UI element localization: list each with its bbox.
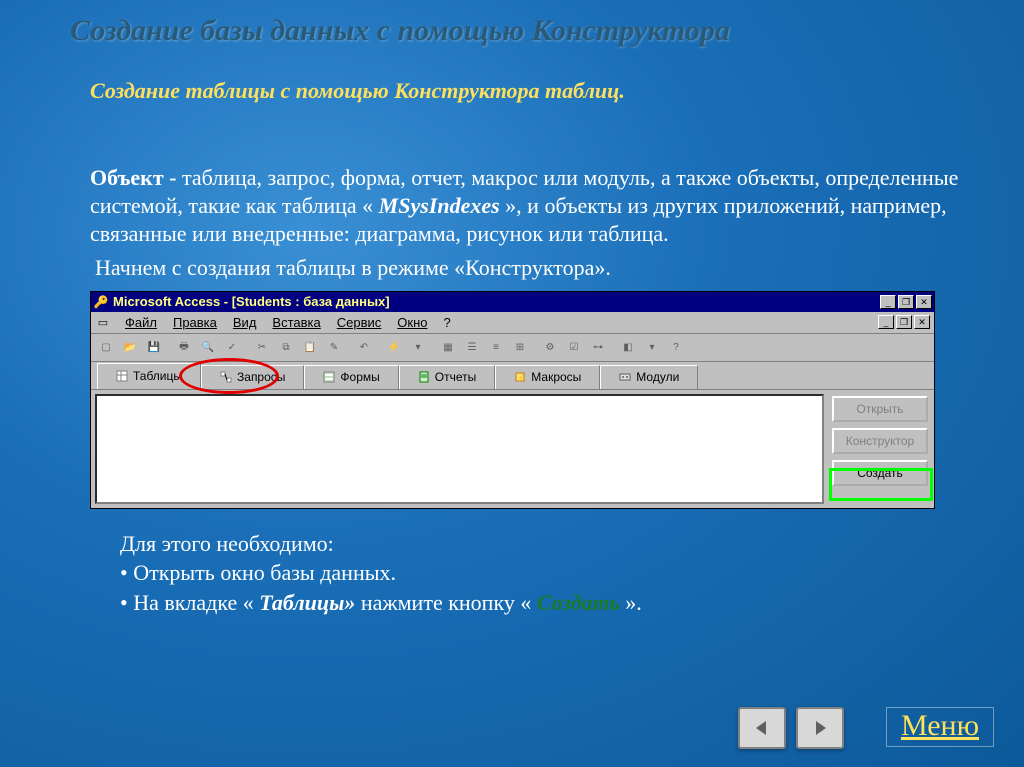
tool-db-icon[interactable]: ◧ xyxy=(617,336,639,358)
tool-small-icon[interactable]: ☰ xyxy=(461,336,483,358)
titlebar: 🔑 Microsoft Access - [Students : база да… xyxy=(91,292,934,312)
queries-icon xyxy=(220,371,232,383)
tab-queries[interactable]: Запросы xyxy=(201,365,304,389)
tool-preview-icon[interactable]: 🔍 xyxy=(197,336,219,358)
tab-queries-label: Запросы xyxy=(237,370,285,384)
footer-li-1: Открыть окно базы данных. xyxy=(120,558,964,588)
tab-macros[interactable]: ⚡ Макросы xyxy=(495,365,600,389)
open-button[interactable]: Открыть xyxy=(832,396,928,422)
menu-window[interactable]: Окно xyxy=(389,313,435,332)
inner-minimize-button[interactable]: _ xyxy=(878,315,894,329)
inner-close-button[interactable]: ✕ xyxy=(914,315,930,329)
maximize-button[interactable]: ❐ xyxy=(898,295,914,309)
tool-rel-icon[interactable]: ⊶ xyxy=(587,336,609,358)
nav-prev-button[interactable] xyxy=(738,707,786,749)
window-controls: _ ❐ ✕ xyxy=(880,295,932,309)
tab-modules[interactable]: Модули xyxy=(600,365,698,389)
tool-list-icon[interactable]: ≡ xyxy=(485,336,507,358)
footer-intro: Для этого необходимо: xyxy=(120,529,964,559)
design-button[interactable]: Конструктор xyxy=(832,428,928,454)
tool-spell-icon[interactable]: ✓ xyxy=(221,336,243,358)
tool-print-icon[interactable]: 🖶 xyxy=(173,336,195,358)
tool-code-icon[interactable]: ⚙ xyxy=(539,336,561,358)
arrow-right-icon xyxy=(810,718,830,738)
menu-file[interactable]: Файл xyxy=(117,313,165,332)
object-label: Объект - xyxy=(90,165,182,190)
tool-detail-icon[interactable]: ⊞ xyxy=(509,336,531,358)
tool-large-icon[interactable]: ▦ xyxy=(437,336,459,358)
menu-help[interactable]: ? xyxy=(436,313,459,332)
macros-icon: ⚡ xyxy=(514,371,526,383)
tabs-row: Таблицы Запросы Формы Отчеты xyxy=(91,362,934,390)
window-title: Microsoft Access - [Students : база данн… xyxy=(113,294,880,309)
create-word: Создать xyxy=(537,590,620,615)
close-button[interactable]: ✕ xyxy=(916,295,932,309)
slide-subtitle: Создание таблицы с помощью Конструктора … xyxy=(0,48,1024,104)
tab-forms-label: Формы xyxy=(340,370,379,384)
tab-macros-label: Макросы xyxy=(531,370,581,384)
slide-title: Создание базы данных с помощью Конструкт… xyxy=(0,0,1024,48)
nav-buttons xyxy=(738,707,844,749)
footer-text: Для этого необходимо: Открыть окно базы … xyxy=(0,509,1024,618)
reports-icon xyxy=(418,371,430,383)
footer-li-2: На вкладке « Таблицы» нажмите кнопку « С… xyxy=(120,588,964,618)
menubar: ▭ Файл Правка Вид Вставка Сервис Окно ? … xyxy=(91,312,934,334)
modules-icon xyxy=(619,371,631,383)
nav-next-button[interactable] xyxy=(796,707,844,749)
tool-undo-icon[interactable]: ↶ xyxy=(353,336,375,358)
menu-edit[interactable]: Правка xyxy=(165,313,225,332)
arrow-left-icon xyxy=(752,718,772,738)
paragraph-1: Объект - таблица, запрос, форма, отчет, … xyxy=(0,104,1024,248)
tool-link-icon[interactable]: ⚡ xyxy=(383,336,405,358)
tool-open-icon[interactable]: 📂 xyxy=(119,336,141,358)
tab-tables-label: Таблицы xyxy=(133,369,182,383)
tool-paste-icon[interactable]: 📋 xyxy=(299,336,321,358)
tool-new2-icon[interactable]: ▾ xyxy=(641,336,663,358)
toolbar: ▢ 📂 💾 🖶 🔍 ✓ ✂ ⧉ 📋 ✎ ↶ ⚡ ▾ ▦ ☰ ≡ ⊞ ⚙ ☑ ⊶ … xyxy=(91,334,934,362)
access-window: 🔑 Microsoft Access - [Students : база да… xyxy=(90,291,935,509)
tab-modules-label: Модули xyxy=(636,370,679,384)
tool-new-icon[interactable]: ▢ xyxy=(95,336,117,358)
menu-insert[interactable]: Вставка xyxy=(264,313,328,332)
tool-cut-icon[interactable]: ✂ xyxy=(251,336,273,358)
tab-reports[interactable]: Отчеты xyxy=(399,365,495,389)
tables-icon xyxy=(116,370,128,382)
minimize-button[interactable]: _ xyxy=(880,295,896,309)
key-icon: 🔑 xyxy=(93,294,109,310)
menu-view[interactable]: Вид xyxy=(225,313,265,332)
tool-props-icon[interactable]: ☑ xyxy=(563,336,585,358)
tab-forms[interactable]: Формы xyxy=(304,365,398,389)
doc-icon: ▭ xyxy=(95,314,111,330)
inner-maximize-button[interactable]: ❐ xyxy=(896,315,912,329)
content-area: Открыть Конструктор Создать xyxy=(91,390,934,508)
object-list[interactable] xyxy=(95,394,824,504)
tab-tables[interactable]: Таблицы xyxy=(97,363,201,389)
create-button[interactable]: Создать xyxy=(832,460,928,486)
tool-analyze-icon[interactable]: ▾ xyxy=(407,336,429,358)
tool-help-icon[interactable]: ? xyxy=(665,336,687,358)
menu-link[interactable]: Меню xyxy=(886,707,994,747)
tool-format-icon[interactable]: ✎ xyxy=(323,336,345,358)
tab-word: Таблицы» xyxy=(259,590,355,615)
tab-reports-label: Отчеты xyxy=(435,370,476,384)
svg-text:⚡: ⚡ xyxy=(517,373,526,382)
paragraph-2: Начнем с создания таблицы в режиме «Конс… xyxy=(0,248,1024,282)
inner-window-controls: _ ❐ ✕ xyxy=(878,315,930,329)
tool-save-icon[interactable]: 💾 xyxy=(143,336,165,358)
menu-service[interactable]: Сервис xyxy=(329,313,390,332)
msys-text: MSysIndexes xyxy=(379,193,500,218)
tool-copy-icon[interactable]: ⧉ xyxy=(275,336,297,358)
side-buttons: Открыть Конструктор Создать xyxy=(830,394,930,504)
forms-icon xyxy=(323,371,335,383)
